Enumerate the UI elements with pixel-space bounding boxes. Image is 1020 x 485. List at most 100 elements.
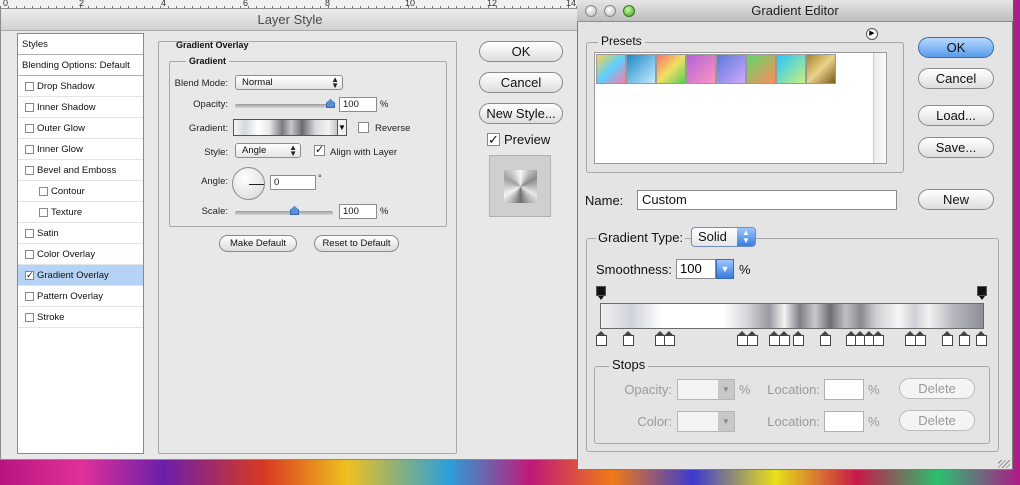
checkbox[interactable] (25, 250, 34, 259)
style-item-label: Stroke (37, 312, 65, 323)
dropdown-arrow-icon[interactable]: ▼ (716, 259, 734, 279)
color-stop[interactable] (942, 331, 953, 346)
style-item-contour[interactable]: Contour (18, 181, 143, 202)
preset-swatch[interactable] (746, 54, 776, 84)
color-location-input[interactable] (824, 411, 864, 432)
style-item-label: Texture (51, 207, 83, 218)
new-style-button[interactable]: New Style... (479, 103, 563, 124)
angle-input[interactable]: 0 (270, 175, 316, 190)
color-stop[interactable] (820, 331, 831, 346)
style-item-outer-glow[interactable]: Outer Glow (18, 118, 143, 139)
checkbox[interactable] (25, 313, 34, 322)
style-item-texture[interactable]: Texture (18, 202, 143, 223)
style-select[interactable]: Angle ▲ ▼ (235, 143, 301, 158)
angle-dial[interactable] (232, 167, 265, 200)
color-stop[interactable] (623, 331, 634, 346)
checkbox-checked[interactable]: ✓ (25, 271, 34, 280)
preset-swatch[interactable] (596, 54, 626, 84)
ok-button[interactable]: OK (918, 37, 994, 58)
make-default-button[interactable]: Make Default (219, 235, 297, 252)
delete-opacity-stop-button[interactable]: Delete (899, 378, 975, 399)
style-item-inner-glow[interactable]: Inner Glow (18, 139, 143, 160)
scale-unit: % (380, 206, 389, 217)
resize-grip-icon[interactable] (998, 460, 1010, 468)
style-item-label: Satin (37, 228, 59, 239)
gradient-swatch[interactable] (233, 119, 345, 136)
gradient-bar[interactable] (600, 303, 984, 329)
blending-options-item[interactable]: Blending Options: Default (18, 55, 143, 76)
opacity-location-input[interactable] (824, 379, 864, 400)
color-stop[interactable] (976, 331, 987, 346)
stop-opacity-select[interactable]: ▼ (677, 379, 735, 400)
align-checkbox-checked[interactable]: ✓ (314, 145, 325, 156)
color-stop[interactable] (664, 331, 675, 346)
opacity-stop[interactable] (596, 286, 606, 300)
cancel-button[interactable]: Cancel (479, 72, 563, 93)
zoom-icon[interactable] (623, 5, 635, 17)
delete-color-stop-button[interactable]: Delete (899, 410, 975, 431)
style-item-stroke[interactable]: Stroke (18, 307, 143, 328)
presets-menu-icon[interactable]: ▶ (866, 28, 878, 40)
scale-input[interactable]: 100 (339, 204, 377, 219)
reverse-checkbox[interactable] (358, 122, 369, 133)
color-stop[interactable] (873, 331, 884, 346)
opacity-stop[interactable] (977, 286, 987, 300)
color-stop[interactable] (793, 331, 804, 346)
color-stop[interactable] (959, 331, 970, 346)
opacity-unit: % (380, 99, 389, 110)
smoothness-input[interactable]: 100 (676, 259, 716, 279)
ok-button[interactable]: OK (479, 41, 563, 62)
reset-default-button[interactable]: Reset to Default (314, 235, 399, 252)
checkbox[interactable] (25, 292, 34, 301)
checkbox[interactable] (25, 229, 34, 238)
checkbox[interactable] (39, 187, 48, 196)
name-input[interactable]: Custom (637, 190, 897, 210)
color-stop[interactable] (779, 331, 790, 346)
color-stop[interactable] (747, 331, 758, 346)
style-item-bevel-emboss[interactable]: Bevel and Emboss (18, 160, 143, 181)
checkbox[interactable] (39, 208, 48, 217)
color-location-label: Location: (767, 414, 820, 429)
stop-color-select[interactable]: ▼ (677, 411, 735, 432)
color-stop[interactable] (915, 331, 926, 346)
minimize-icon[interactable] (604, 5, 616, 17)
name-label: Name: (585, 193, 624, 208)
style-item-gradient-overlay[interactable]: ✓ Gradient Overlay (18, 265, 143, 286)
style-item-satin[interactable]: Satin (18, 223, 143, 244)
preset-swatch[interactable] (716, 54, 746, 84)
checkbox[interactable] (25, 103, 34, 112)
close-icon[interactable] (585, 5, 597, 17)
style-item-inner-shadow[interactable]: Inner Shadow (18, 97, 143, 118)
smoothness-label: Smoothness: (596, 262, 672, 277)
preset-swatch[interactable] (686, 54, 716, 84)
preview-checkbox-checked[interactable]: ✓ (487, 133, 500, 146)
preset-swatch[interactable] (776, 54, 806, 84)
style-item-color-overlay[interactable]: Color Overlay (18, 244, 143, 265)
preset-swatch[interactable] (656, 54, 686, 84)
opacity-input[interactable]: 100 (339, 97, 377, 112)
preset-swatch[interactable] (626, 54, 656, 84)
cancel-button[interactable]: Cancel (918, 68, 994, 89)
gradient-type-select[interactable]: Solid ▲ ▼ (691, 227, 756, 247)
color-stop[interactable] (596, 331, 607, 346)
group-title: Gradient (186, 56, 230, 66)
checkbox[interactable] (25, 145, 34, 154)
blend-mode-value: Normal (242, 77, 273, 88)
load-button[interactable]: Load... (918, 105, 994, 126)
styles-list-header[interactable]: Styles (18, 34, 143, 55)
save-button[interactable]: Save... (918, 137, 994, 158)
new-button[interactable]: New (918, 189, 994, 210)
style-item-label: Contour (51, 186, 85, 197)
blend-mode-select[interactable]: Normal ▲ ▼ (235, 75, 343, 90)
checkbox[interactable] (25, 124, 34, 133)
opacity-slider[interactable] (235, 104, 333, 108)
scale-slider[interactable] (235, 211, 333, 215)
style-item-drop-shadow[interactable]: Drop Shadow (18, 76, 143, 97)
checkbox[interactable] (25, 166, 34, 175)
dropdown-arrow-icon[interactable]: ▼ (337, 119, 347, 136)
presets-scrollbar[interactable] (873, 53, 886, 163)
checkbox[interactable] (25, 82, 34, 91)
preset-swatch[interactable] (806, 54, 836, 84)
style-item-pattern-overlay[interactable]: Pattern Overlay (18, 286, 143, 307)
section-title: Gradient Overlay (176, 40, 249, 50)
